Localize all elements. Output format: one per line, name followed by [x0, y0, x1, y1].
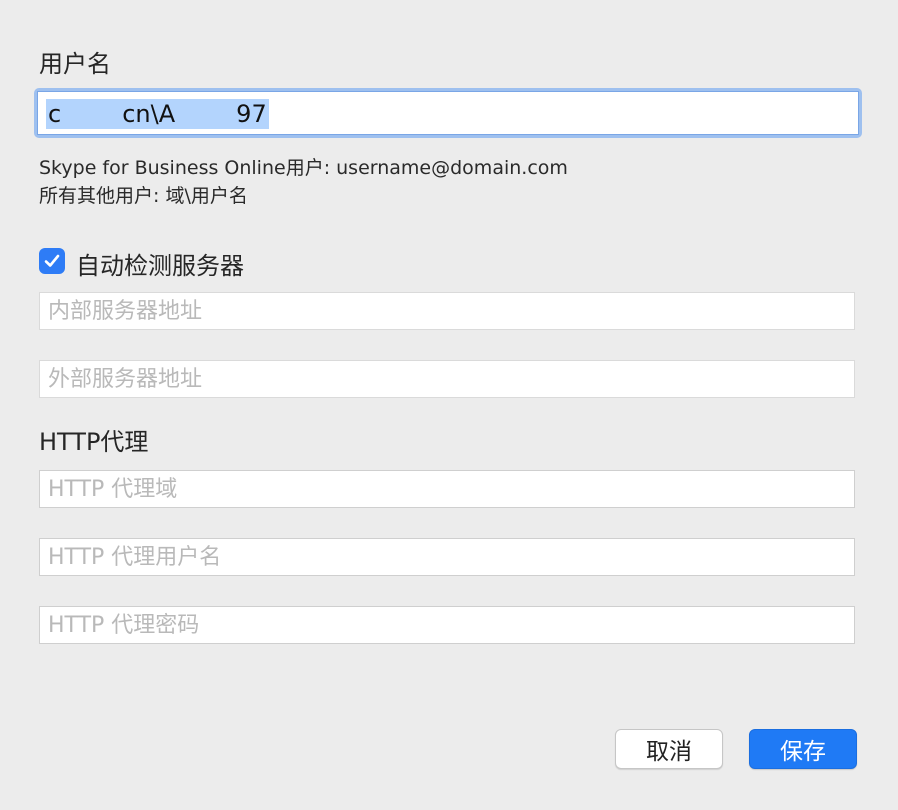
external-server-input[interactable] — [39, 360, 855, 398]
username-label: 用户名 — [39, 50, 111, 78]
http-proxy-password-input[interactable] — [39, 606, 855, 644]
cancel-button[interactable]: 取消 — [615, 729, 723, 769]
checkmark-icon — [44, 254, 60, 267]
auto-detect-label[interactable]: 自动检测服务器 — [76, 246, 244, 281]
http-proxy-label: HTTP代理 — [39, 428, 149, 456]
save-button[interactable]: 保存 — [749, 729, 857, 769]
http-proxy-username-input[interactable] — [39, 538, 855, 576]
auto-detect-checkbox[interactable] — [39, 248, 65, 274]
username-value: c cn\A 97 — [46, 99, 269, 129]
hint-skype: Skype for Business Online用户: username@do… — [39, 157, 568, 179]
internal-server-input[interactable] — [39, 292, 855, 330]
hint-other: 所有其他用户: 域\用户名 — [39, 185, 248, 207]
http-proxy-domain-input[interactable] — [39, 470, 855, 508]
username-field-focus-ring: c cn\A 97 — [34, 88, 862, 138]
settings-sheet: 用户名 c cn\A 97 Skype for Business Online用… — [0, 0, 898, 810]
username-field[interactable]: c cn\A 97 — [37, 91, 859, 135]
